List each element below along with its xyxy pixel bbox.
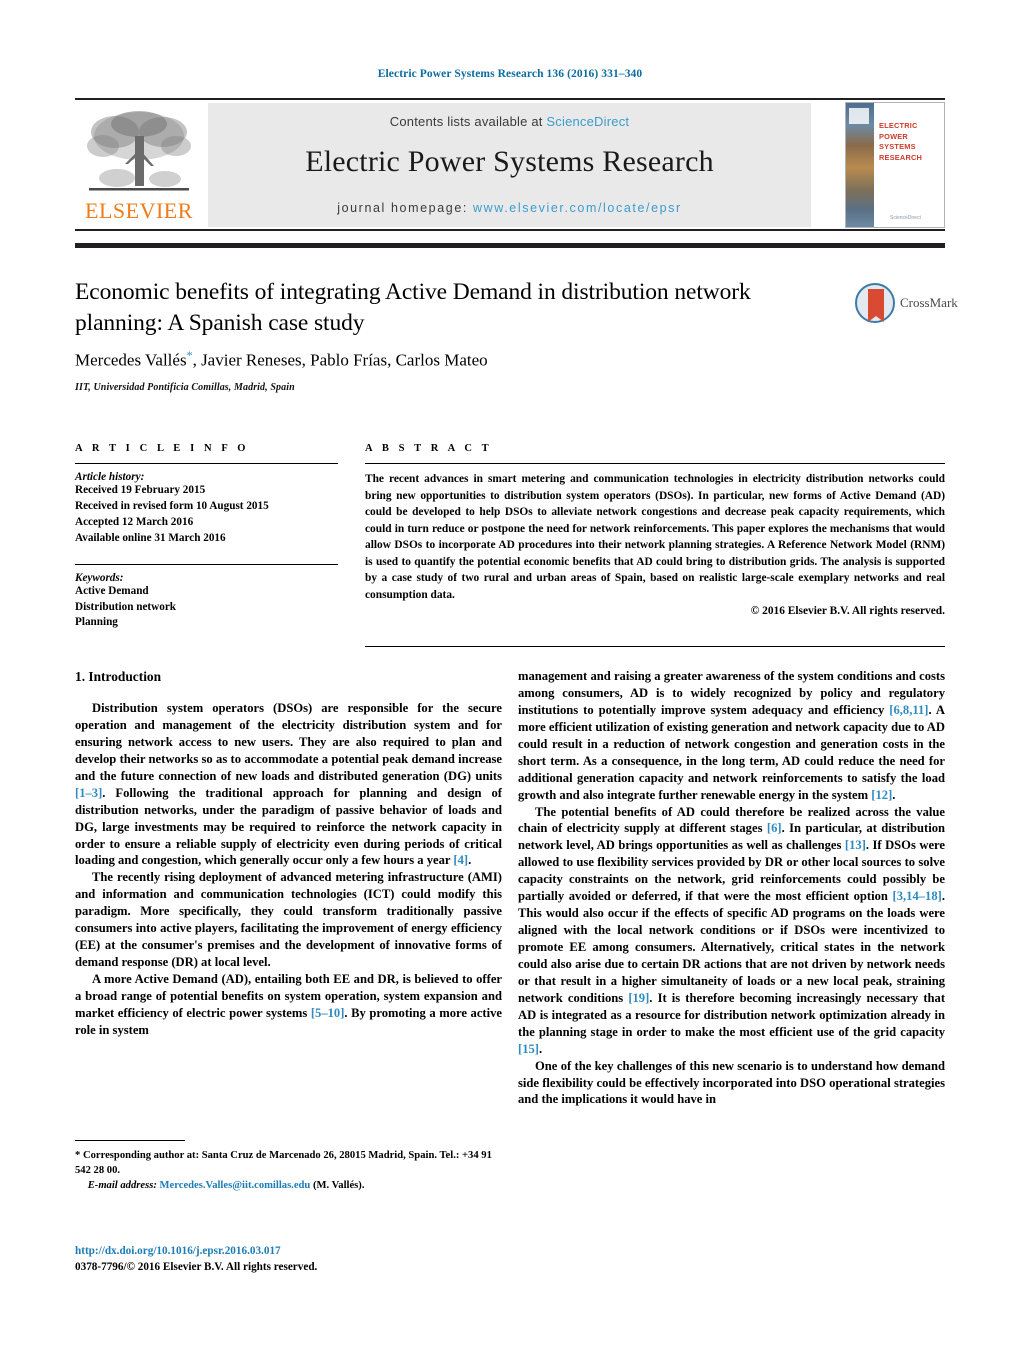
citation-link[interactable]: [13]	[845, 838, 866, 852]
cover-photo-strip	[846, 103, 874, 227]
journal-cover-thumbnail[interactable]: ELECTRIC POWER SYSTEMS RESEARCH ScienceD…	[845, 102, 945, 228]
contents-prefix: Contents lists available at	[389, 114, 547, 129]
abstract-copyright: © 2016 Elsevier B.V. All rights reserved…	[750, 605, 945, 618]
citation-link[interactable]: [19]	[628, 991, 649, 1005]
right-paragraph-container: management and raising a greater awarene…	[518, 668, 945, 1108]
body-text: One of the key challenges of this new sc…	[518, 1058, 945, 1107]
body-column-right: management and raising a greater awarene…	[518, 668, 945, 1108]
affiliation: IIT, Universidad Pontificia Comillas, Ma…	[75, 382, 295, 393]
body-text: management and raising a greater awarene…	[518, 669, 945, 717]
author-first: Mercedes Vallés	[75, 350, 187, 370]
body-paragraph: One of the key challenges of this new sc…	[518, 1058, 945, 1109]
email-address-link[interactable]: Mercedes.Valles@iit.comillas.edu	[160, 1180, 311, 1191]
body-text: .	[538, 1041, 543, 1056]
body-paragraph: The potential benefits of AD could there…	[518, 804, 945, 1058]
citation-link[interactable]: [6,8,11]	[889, 703, 928, 717]
journal-masthead: ELSEVIER Contents lists available at Sci…	[75, 98, 945, 231]
cover-title-line1: ELECTRIC POWER	[879, 121, 918, 141]
keyword-item: Active Demand	[75, 584, 149, 597]
history-item: Received in revised form 10 August 2015	[75, 499, 269, 512]
elsevier-wordmark: ELSEVIER	[85, 198, 193, 223]
citation-link[interactable]: [12]	[871, 788, 892, 802]
citation-link[interactable]: [5–10]	[311, 1006, 345, 1020]
left-paragraph-container: Distribution system operators (DSOs) are…	[75, 700, 502, 1039]
article-history-list: Received 19 February 2015 Received in re…	[75, 483, 338, 547]
footnote-corresponding-text: Corresponding author at: Santa Cruz de M…	[80, 1150, 437, 1161]
citation-link[interactable]: [4]	[453, 853, 468, 867]
corresponding-author-footnote: * Corresponding author at: Santa Cruz de…	[75, 1140, 502, 1193]
body-paragraph: management and raising a greater awarene…	[518, 668, 945, 804]
abstract-bottom-rule	[365, 646, 945, 647]
email-address-label: E-mail address:	[87, 1180, 157, 1192]
footnote-divider	[75, 1140, 185, 1141]
history-item: Received 19 February 2015	[75, 484, 206, 496]
homepage-prefix: journal homepage:	[337, 201, 474, 215]
body-text: The recently rising deployment of advanc…	[75, 870, 502, 970]
abstract-heading: A B S T R A C T	[365, 443, 493, 454]
section-heading-introduction: 1. Introduction	[75, 669, 162, 684]
body-paragraph: The recently rising deployment of advanc…	[75, 869, 502, 971]
journal-homepage-link[interactable]: www.elsevier.com/locate/epsr	[473, 201, 682, 215]
keywords-list: Active Demand Distribution network Plann…	[75, 584, 338, 632]
citation-link[interactable]: [1–3]	[75, 786, 102, 800]
cover-sciencedirect-mark: ScienceDirect	[890, 215, 921, 221]
cover-title-line2: SYSTEMS RESEARCH	[879, 142, 923, 163]
body-text: .	[468, 853, 472, 868]
body-text: Distribution system operators (DSOs) are…	[75, 701, 502, 783]
body-text: . This would also occur if the effects o…	[518, 889, 945, 1005]
body-paragraph: Distribution system operators (DSOs) are…	[75, 700, 502, 869]
doi-link[interactable]: http://dx.doi.org/10.1016/j.epsr.2016.03…	[75, 1243, 502, 1259]
elsevier-tree-icon	[87, 111, 191, 191]
abstract-rule	[365, 463, 945, 464]
footnote-body: * Corresponding author at: Santa Cruz de…	[75, 1148, 502, 1193]
page-title: Economic benefits of integrating Active …	[75, 279, 751, 337]
keyword-item: Planning	[75, 616, 118, 629]
citation-link[interactable]: [3,14–18]	[893, 889, 942, 903]
paper-page: Electric Power Systems Research 136 (201…	[0, 0, 1020, 1351]
issn-copyright-line: 0378-7796/© 2016 Elsevier B.V. All right…	[75, 1261, 318, 1274]
crossmark-label: CrossMark	[900, 295, 958, 310]
abstract-block: A B S T R A C T The recent advances in s…	[365, 443, 945, 617]
masthead-center-panel: Contents lists available at ScienceDirec…	[208, 103, 811, 227]
crossmark-badge-icon	[855, 283, 895, 323]
article-info-heading: A R T I C L E I N F O	[75, 443, 250, 454]
article-history-label: Article history:	[75, 471, 145, 483]
journal-homepage-line: journal homepage: www.elsevier.com/locat…	[208, 201, 811, 215]
article-info-rule	[75, 463, 338, 464]
doi-block: http://dx.doi.org/10.1016/j.epsr.2016.03…	[75, 1243, 502, 1275]
author-list: Mercedes Vallés*, Javier Reneses, Pablo …	[75, 348, 795, 371]
body-column-left: 1. Introduction Distribution system oper…	[75, 668, 502, 1039]
article-info-block: A R T I C L E I N F O Article history: R…	[75, 443, 338, 631]
journal-title: Electric Power Systems Research	[305, 145, 714, 178]
body-text: . Following the traditional approach for…	[75, 785, 502, 868]
citation-link[interactable]: [6]	[767, 821, 782, 835]
keywords-rule	[75, 563, 338, 565]
history-item: Accepted 12 March 2016	[75, 515, 194, 528]
running-head: Electric Power Systems Research 136 (201…	[377, 68, 643, 80]
history-item: Available online 31 March 2016	[75, 531, 226, 544]
title-divider	[75, 243, 945, 248]
body-text: .	[892, 787, 896, 802]
contents-lists-line: Contents lists available at ScienceDirec…	[208, 114, 811, 129]
keyword-item: Distribution network	[75, 600, 177, 613]
sciencedirect-link[interactable]: ScienceDirect	[546, 114, 629, 129]
abstract-text: The recent advances in smart metering an…	[365, 473, 945, 601]
crossmark-logo[interactable]: CrossMark	[855, 283, 958, 325]
cover-title: ELECTRIC POWER SYSTEMS RESEARCH	[879, 121, 941, 164]
keywords-label: Keywords:	[75, 571, 124, 584]
email-owner: (M. Vallés).	[310, 1180, 365, 1192]
elsevier-logo: ELSEVIER	[75, 104, 203, 228]
crossmark-bookmark-shape	[868, 289, 884, 322]
citation-link[interactable]: [15]	[518, 1042, 539, 1056]
body-paragraph: A more Active Demand (AD), entailing bot…	[75, 971, 502, 1039]
author-rest: , Javier Reneses, Pablo Frías, Carlos Ma…	[192, 350, 488, 370]
